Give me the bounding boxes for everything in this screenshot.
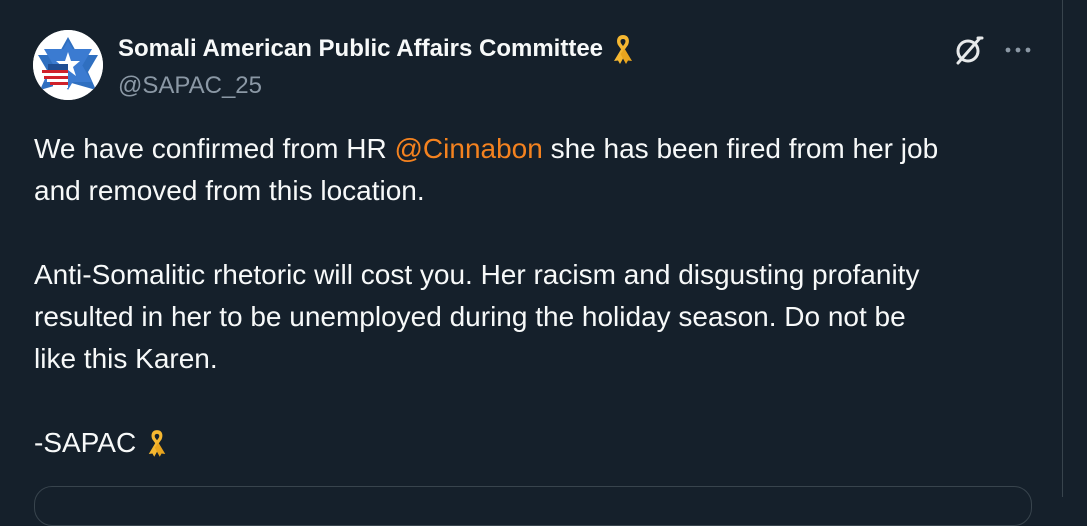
tweet-text-line-5: like this Karen. xyxy=(34,343,218,374)
tweet-signature-line: -SAPAC xyxy=(34,422,1049,464)
yellow-ribbon-icon xyxy=(614,35,633,64)
mention-link[interactable]: @Cinnabon xyxy=(395,133,543,164)
more-options-icon[interactable] xyxy=(998,33,1038,67)
tweet[interactable]: Somali American Public Affairs Committee… xyxy=(0,0,1062,526)
grok-icon[interactable] xyxy=(952,33,986,67)
column-divider xyxy=(1062,0,1063,497)
tweet-text-line-2: and removed from this location. xyxy=(34,175,425,206)
tweet-text-line-1: We have confirmed from HR @Cinnabon she … xyxy=(34,128,1049,170)
yellow-ribbon-icon xyxy=(148,430,166,457)
tweet-signature: -SAPAC xyxy=(34,427,137,458)
media-card[interactable] xyxy=(34,486,1032,526)
tweet-text-segment: We have confirmed from HR xyxy=(34,133,395,164)
tweet-text-line-3: Anti-Somalitic rhetoric will cost you. H… xyxy=(34,259,920,290)
tweet-text-segment: she has been fired from her job xyxy=(542,133,939,164)
author-name-row: Somali American Public Affairs Committee xyxy=(118,33,635,65)
author-handle[interactable]: @SAPAC_25 xyxy=(118,72,262,100)
tweet-text-line-4: resulted in her to be unemployed during … xyxy=(34,301,906,332)
avatar[interactable] xyxy=(33,30,103,100)
flag-star-logo-icon xyxy=(33,30,103,100)
tweet-text: We have confirmed from HR @Cinnabon she … xyxy=(34,128,1049,464)
author-display-name[interactable]: Somali American Public Affairs Committee xyxy=(118,35,603,63)
